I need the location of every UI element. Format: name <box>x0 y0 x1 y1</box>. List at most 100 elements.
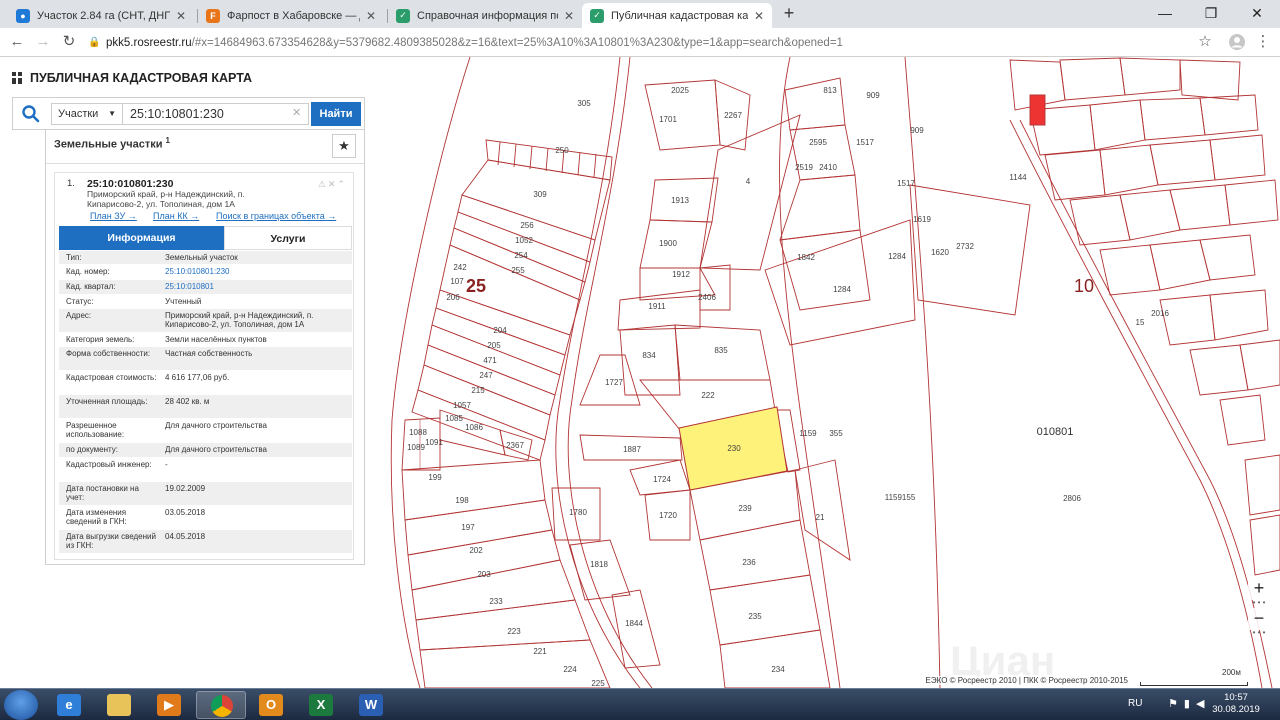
parcel-label: 1517 <box>897 179 915 188</box>
taskbar-excel[interactable]: X <box>296 691 346 719</box>
scale-bar-label: 200м <box>1222 668 1241 677</box>
parcel-label: 242 <box>453 263 467 272</box>
zoom-out-button[interactable]: − <box>1248 608 1270 630</box>
parcel-label: 1727 <box>605 378 623 387</box>
maximize-icon[interactable]: ❐ <box>1188 0 1234 28</box>
new-tab-button[interactable]: + <box>777 3 801 25</box>
back-icon[interactable]: ← <box>6 31 28 53</box>
parcel-label: 204 <box>493 326 507 335</box>
parcel-label: 1284 <box>833 285 851 294</box>
browser-menu-icon[interactable]: ⋮ <box>1252 31 1274 53</box>
search-input[interactable]: 25:10:10801:230 <box>123 103 309 125</box>
parcel-label: 1620 <box>931 248 949 257</box>
close-window-icon[interactable]: ✕ <box>1234 0 1280 28</box>
clear-search-icon[interactable]: ✕ <box>292 106 301 119</box>
parcel-label: 1057 <box>453 401 471 410</box>
close-tab-icon[interactable]: ✕ <box>366 9 376 23</box>
collapse-chevron-icon[interactable]: ⌃ <box>337 179 347 189</box>
info-row-by-document: по документу: Для дачного строительства <box>59 443 352 458</box>
flag-icon[interactable]: ⚑ <box>1168 698 1184 710</box>
close-tab-icon[interactable]: ✕ <box>754 9 764 23</box>
taskbar-outlook[interactable]: O <box>246 691 296 719</box>
parcel-label: 222 <box>701 391 715 400</box>
pkk-icon: ✓ <box>590 8 604 23</box>
language-indicator[interactable]: RU <box>1128 698 1142 709</box>
scale-bar: 200м <box>1140 668 1250 688</box>
profile-avatar[interactable] <box>1226 31 1248 53</box>
close-tab-icon[interactable]: ✕ <box>564 9 574 23</box>
parcel-label: 834 <box>642 351 656 360</box>
plan-zu-link[interactable]: План ЗУ → <box>90 211 137 221</box>
search-in-bounds-link[interactable]: Поиск в границах объекта → <box>216 211 336 221</box>
browser-tab-farpost[interactable]: F Фарпост в Хабаровске — Доск ✕ <box>198 3 384 28</box>
road-boundary-east-2 <box>1019 119 1273 688</box>
result-card: 1. 25:10:010801:230 Приморский край, р-н… <box>54 172 354 560</box>
parcel-label: 2806 <box>1063 494 1081 503</box>
parcel-label: 239 <box>738 504 752 513</box>
zoom-in-button[interactable]: + <box>1248 578 1270 600</box>
parcel-label: 1619 <box>913 215 931 224</box>
parcel-label: 206 <box>446 293 460 302</box>
tab-label: Участок 2.84 га (СНТ, ДНП) - ку <box>37 9 170 22</box>
taskbar-word[interactable]: W <box>346 691 396 719</box>
search-icon[interactable] <box>21 104 41 124</box>
favorite-star-button[interactable]: ★ <box>332 134 356 158</box>
parcel-label: 309 <box>533 190 547 199</box>
parcel-label: 2410 <box>819 163 837 172</box>
excel-icon: X <box>309 694 333 716</box>
parcel-label: 247 <box>479 371 493 380</box>
results-count: 1 <box>165 136 170 145</box>
parcel-label: 1724 <box>653 475 671 484</box>
plan-kk-link[interactable]: План КК → <box>153 211 199 221</box>
road-boundary-center <box>779 57 841 688</box>
browser-tab-cian[interactable]: ● Участок 2.84 га (СНТ, ДНП) - ку ✕ <box>8 3 194 28</box>
system-clock[interactable]: 10:57 30.08.2019 <box>1212 692 1260 716</box>
parcel-label: 215 <box>471 386 485 395</box>
cad-quarter-link[interactable]: 25:10:010801 <box>165 282 350 291</box>
parcel-label: 1900 <box>659 239 677 248</box>
tab-info[interactable]: Информация <box>59 226 224 250</box>
warning-icon[interactable]: ⚠ <box>318 179 328 189</box>
parcel-label: 909 <box>866 91 880 100</box>
bookmark-star-icon[interactable]: ☆ <box>1194 31 1216 53</box>
taskbar-media-player[interactable]: ▶ <box>144 691 194 719</box>
results-header: Земельные участки 1 <box>54 136 170 151</box>
lock-icon: 🔒 <box>88 37 101 48</box>
close-tab-icon[interactable]: ✕ <box>176 9 186 23</box>
forward-icon[interactable]: → <box>32 31 54 53</box>
tray-icons: ⚑▮◀ <box>1168 697 1210 710</box>
reload-icon[interactable]: ↻ <box>58 31 80 53</box>
taskbar-chrome[interactable] <box>196 691 246 719</box>
parcel-label: 236 <box>742 558 756 567</box>
address-bar[interactable]: 🔒 pkk5.rosreestr.ru/#x=14684963.67335462… <box>88 31 1223 54</box>
browser-tab-rosreestr-info[interactable]: ✓ Справочная информация по об ✕ <box>388 3 582 28</box>
result-tabs: Информация Услуги <box>59 226 352 251</box>
zoom-slider-dots[interactable]: • • • <box>1248 629 1270 638</box>
taskbar-ie[interactable]: e <box>44 691 94 719</box>
parcel-label: 1052 <box>515 236 533 245</box>
browser-tab-strip: ● Участок 2.84 га (СНТ, ДНП) - ку ✕ F Фа… <box>0 0 1280 28</box>
search-type-select[interactable]: Участки ▼ <box>51 103 123 125</box>
pkk-logo-icon <box>12 72 22 84</box>
search-type-value: Участки <box>58 108 99 120</box>
search-bar: Участки ▼ 25:10:10801:230 ✕ Найти <box>12 97 365 130</box>
explorer-icon <box>107 694 131 716</box>
info-row-area: Уточненная площадь: 28 402 кв. м <box>59 395 352 419</box>
start-button[interactable] <box>4 690 38 720</box>
info-row-land-category: Категория земель: Земли населённых пункто… <box>59 333 352 347</box>
volume-icon[interactable]: ◀ <box>1196 698 1210 710</box>
parcel-label: 221 <box>533 647 547 656</box>
cad-number-link[interactable]: 25:10:010801:230 <box>165 267 350 276</box>
info-row-export-date: Дата выгрузки сведений из ГКН: 04.05.2018 <box>59 530 352 554</box>
zoom-controls: + • • • − • • • <box>1248 578 1270 638</box>
parcel-labels: 305 250 309 256 1052 254 255 242 107 206… <box>407 86 1169 688</box>
tab-label: Публичная кадастровая карта <box>611 9 748 22</box>
taskbar-explorer[interactable] <box>94 691 144 719</box>
network-icon[interactable]: ▮ <box>1184 698 1196 710</box>
zoom-slider-dots[interactable]: • • • <box>1248 599 1270 608</box>
tab-services[interactable]: Услуги <box>224 226 352 250</box>
browser-tab-pkk[interactable]: ✓ Публичная кадастровая карта ✕ <box>582 3 772 28</box>
search-button[interactable]: Найти <box>311 102 361 126</box>
windows-taskbar: e ▶ O X W RU ⚑▮◀ 10:57 30.08.2019 <box>0 688 1280 720</box>
minimize-icon[interactable]: — <box>1142 0 1188 28</box>
